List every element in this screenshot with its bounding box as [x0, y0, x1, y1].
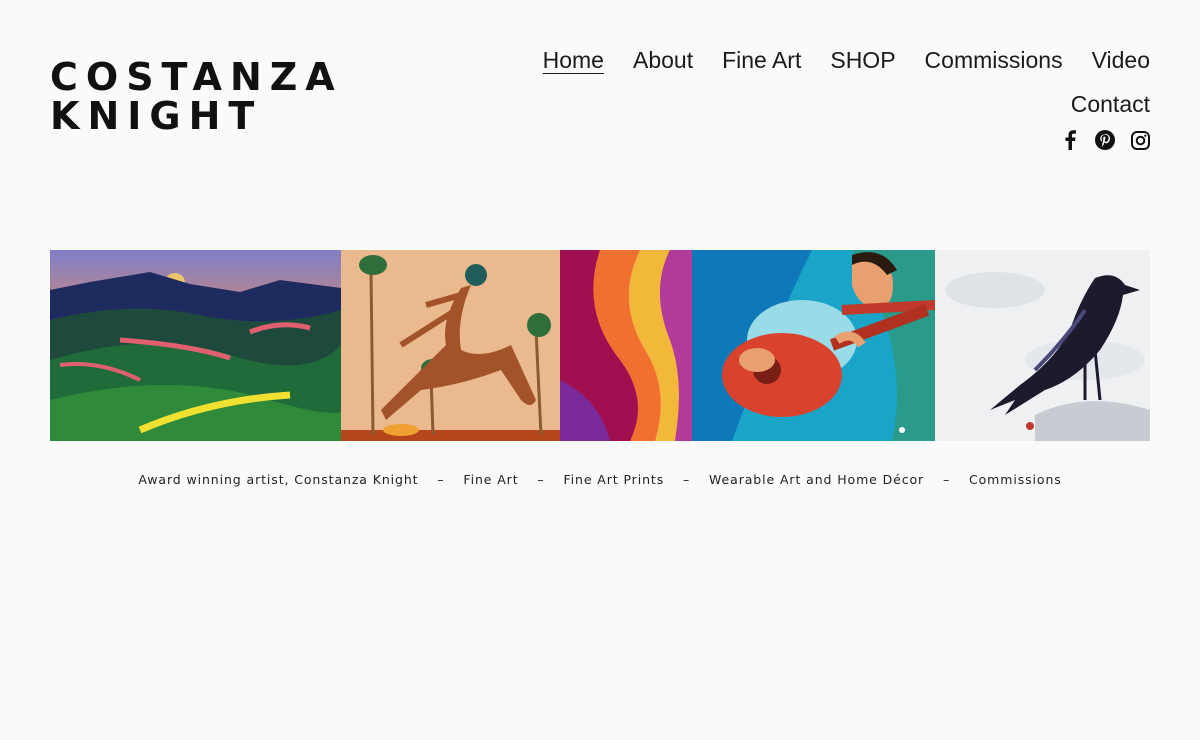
logo-line-1: COSTANZA [50, 55, 343, 99]
pinterest-icon[interactable] [1095, 129, 1115, 151]
nav-item-about[interactable]: About [633, 44, 693, 76]
artwork-figure [341, 250, 560, 441]
logo-line-2: KNIGHT [50, 94, 263, 138]
tagline-separator: – [682, 472, 691, 487]
tagline: Award winning artist, Constanza Knight –… [0, 472, 1200, 487]
artwork-raven [935, 250, 1150, 441]
tagline-fine-art-prints: Fine Art Prints [563, 472, 665, 487]
tagline-separator: – [437, 472, 445, 487]
social-links [1060, 129, 1150, 151]
main-navigation: Home About Fine Art SHOP Commissions Vid… [510, 44, 1150, 120]
nav-item-commissions[interactable]: Commissions [925, 44, 1063, 76]
instagram-icon[interactable] [1130, 129, 1150, 151]
artwork-banner[interactable] [50, 250, 1150, 441]
artwork-abstract [560, 250, 692, 441]
nav-item-home[interactable]: Home [543, 44, 604, 76]
nav-row-2: Contact [510, 88, 1150, 120]
nav-item-video[interactable]: Video [1092, 44, 1150, 76]
nav-item-fine-art[interactable]: Fine Art [722, 44, 801, 76]
nav-item-contact[interactable]: Contact [1071, 88, 1150, 120]
tagline-separator: – [537, 472, 545, 487]
tagline-fine-art: Fine Art [463, 472, 519, 487]
nav-item-shop[interactable]: SHOP [830, 44, 895, 76]
artwork-guitarist [692, 250, 935, 441]
tagline-intro: Award winning artist, Constanza Knight [138, 472, 419, 487]
site-logo[interactable]: COSTANZA KNIGHT [50, 58, 343, 136]
tagline-commissions: Commissions [969, 472, 1062, 487]
artwork-landscape [50, 250, 341, 441]
facebook-icon[interactable] [1060, 129, 1080, 151]
nav-row-1: Home About Fine Art SHOP Commissions Vid… [510, 44, 1150, 76]
tagline-wearable-art: Wearable Art and Home Décor [709, 472, 925, 487]
tagline-separator: – [942, 472, 951, 487]
